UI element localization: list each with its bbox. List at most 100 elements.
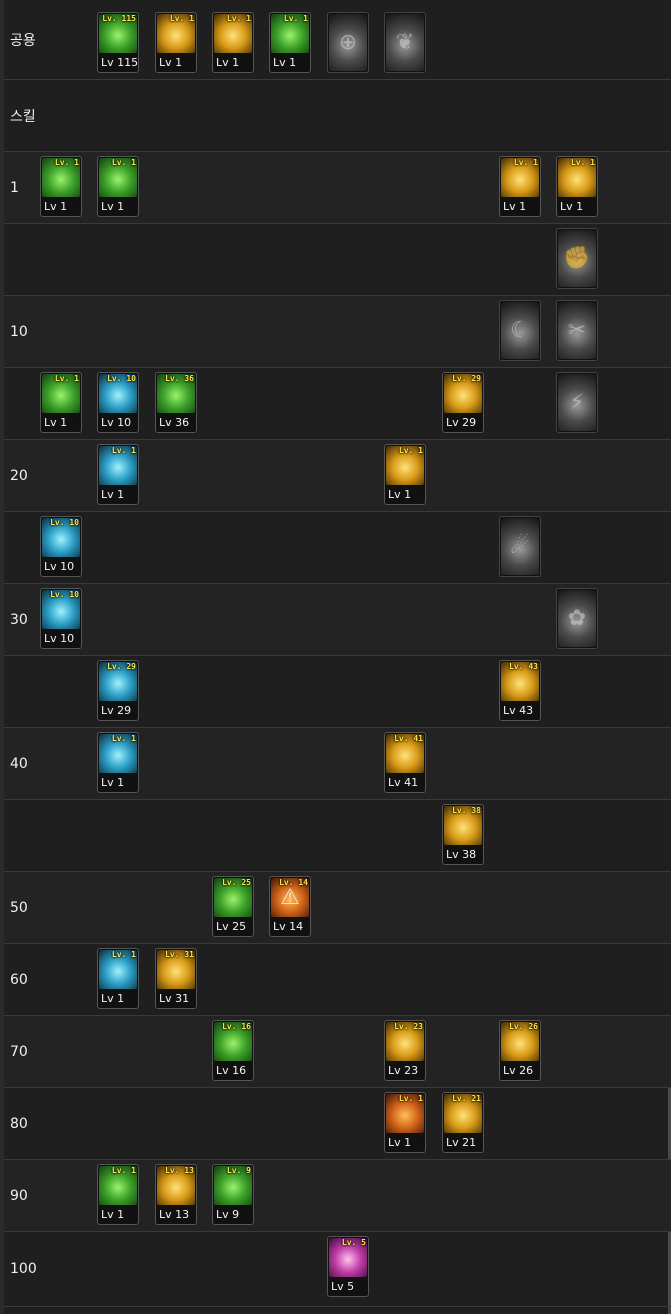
skill-level-badge: Lv. 1 <box>111 158 136 167</box>
skill-icon[interactable]: Lv. 41 Lv 41 <box>384 732 426 793</box>
skill-level-label: Lv 1 <box>388 1136 412 1149</box>
skill-icon[interactable]: Lv. 1 Lv 1 <box>97 732 139 793</box>
skill-level-badge: Lv. 10 <box>50 590 79 599</box>
skill-level-badge: Lv. 10 <box>107 374 136 383</box>
skill-icon[interactable]: Lv. 26 Lv 26 <box>499 1020 541 1081</box>
skill-icon[interactable]: Lv. 1 Lv 1 <box>40 156 82 217</box>
skill-icon[interactable]: Lv. 1 Lv 1 <box>499 156 541 217</box>
skill-level-label: Lv 1 <box>101 992 125 1005</box>
skill-level-badge: Lv. 1 <box>169 14 194 23</box>
skill-level-label: Lv 1 <box>159 56 183 69</box>
row-skills-header: 스킬 <box>4 80 671 152</box>
skill-level-label: Lv 29 <box>101 704 132 717</box>
row-label: 20 <box>10 467 28 484</box>
skill-level-label: Lv 1 <box>101 200 125 213</box>
skill-level-label: Lv 29 <box>446 416 477 429</box>
skill-icon[interactable]: Lv. 21 Lv 21 <box>442 1092 484 1153</box>
skill-icon[interactable]: Lv. 1 Lv 1 <box>97 156 139 217</box>
skill-icon[interactable]: Lv. 36 Lv 36 <box>155 372 197 433</box>
skill-level-label: Lv 10 <box>44 560 75 573</box>
row-label: 60 <box>10 971 28 988</box>
skill-level-label: Lv 16 <box>216 1064 247 1077</box>
skill-icon[interactable]: Lv. 38 Lv 38 <box>442 804 484 865</box>
skill-level-label: Lv 41 <box>388 776 419 789</box>
slash-icon: ☄ <box>510 533 530 559</box>
skill-level-badge: Lv. 1 <box>226 14 251 23</box>
skill-icon[interactable]: Lv. 25 Lv 25 <box>212 876 254 937</box>
skill-level-label: Lv 31 <box>159 992 190 1005</box>
locked-skill-icon[interactable]: ☄ <box>499 516 541 577</box>
skill-level-badge: Lv. 115 <box>102 14 136 23</box>
skill-level-badge: Lv. 1 <box>398 1094 423 1103</box>
locked-skill-icon[interactable]: ✂ <box>556 300 598 361</box>
row-label: 공용 <box>10 32 36 49</box>
row-label: 70 <box>10 1043 28 1060</box>
skill-icon[interactable]: Lv. 10 Lv 10 <box>40 588 82 649</box>
skill-level-label: Lv 43 <box>503 704 534 717</box>
skill-icon[interactable]: Lv. 31 Lv 31 <box>155 948 197 1009</box>
locked-skill-icon[interactable]: ⚡ <box>556 372 598 433</box>
claw-icon: ☾ <box>510 317 530 343</box>
skill-level-label: Lv 5 <box>331 1280 355 1293</box>
skill-level-badge: Lv. 1 <box>398 446 423 455</box>
row-level-20b <box>4 512 671 584</box>
locked-skill-icon[interactable]: ❦ <box>384 12 426 73</box>
skill-level-badge: Lv. 1 <box>111 1166 136 1175</box>
skill-level-badge: Lv. 29 <box>107 662 136 671</box>
skill-icon[interactable]: Lv. 115 Lv 115 <box>97 12 139 73</box>
skill-level-label: Lv 1 <box>44 416 68 429</box>
skill-level-badge: Lv. 38 <box>452 806 481 815</box>
skill-icon[interactable]: Lv. 1 Lv 1 <box>40 372 82 433</box>
skill-icon[interactable]: Lv. 9 Lv 9 <box>212 1164 254 1225</box>
row-level-40b <box>4 800 671 872</box>
skill-level-badge: Lv. 1 <box>111 950 136 959</box>
skill-icon[interactable]: Lv. 1 Lv 1 <box>97 1164 139 1225</box>
skill-level-label: Lv 1 <box>503 200 527 213</box>
skill-level-label: Lv 9 <box>216 1208 240 1221</box>
strike-icon: ✊ <box>563 245 591 271</box>
skill-icon[interactable]: Lv. 13 Lv 13 <box>155 1164 197 1225</box>
skill-level-badge: Lv. 9 <box>226 1166 251 1175</box>
skill-icon[interactable]: Lv. 10 Lv 10 <box>40 516 82 577</box>
skill-level-badge: Lv. 1 <box>283 14 308 23</box>
skill-level-badge: Lv. 5 <box>341 1238 366 1247</box>
skill-level-label: Lv 1 <box>101 488 125 501</box>
skill-level-badge: Lv. 1 <box>513 158 538 167</box>
row-label: 30 <box>10 611 28 628</box>
skill-icon[interactable]: Lv. 10 Lv 10 <box>97 372 139 433</box>
skill-icon[interactable]: Lv. 29 Lv 29 <box>442 372 484 433</box>
skill-level-badge: Lv. 1 <box>570 158 595 167</box>
skill-level-badge: Lv. 21 <box>452 1094 481 1103</box>
locked-skill-icon[interactable]: ✿ <box>556 588 598 649</box>
locked-skill-icon[interactable]: ⊕ <box>327 12 369 73</box>
skill-icon[interactable]: Lv. 16 Lv 16 <box>212 1020 254 1081</box>
skill-level-badge: Lv. 1 <box>54 374 79 383</box>
skill-level-badge: Lv. 41 <box>394 734 423 743</box>
skill-icon[interactable]: Lv. 23 Lv 23 <box>384 1020 426 1081</box>
skill-icon[interactable]: Lv. 5 Lv 5 <box>327 1236 369 1297</box>
locked-skill-icon[interactable]: ✊ <box>556 228 598 289</box>
skill-icon[interactable]: Lv. 1 Lv 1 <box>97 444 139 505</box>
skill-icon[interactable]: Lv. 1 Lv 1 <box>155 12 197 73</box>
skill-icon[interactable]: Lv. 1 Lv 1 <box>384 444 426 505</box>
skill-icon[interactable]: Lv. 43 Lv 43 <box>499 660 541 721</box>
skill-icon[interactable]: Lv. 1 Lv 1 <box>269 12 311 73</box>
skill-level-badge: Lv. 25 <box>222 878 251 887</box>
skill-level-badge: Lv. 14 <box>279 878 308 887</box>
row-label: 100 <box>10 1261 37 1277</box>
kick-icon: ⚡ <box>569 389 585 415</box>
skill-level-label: Lv 1 <box>101 1208 125 1221</box>
skill-level-badge: Lv. 31 <box>165 950 194 959</box>
row-level-70: 70 <box>4 1016 671 1088</box>
row-level-80: 80 <box>4 1088 671 1160</box>
skill-icon[interactable]: Lv. 1 Lv 1 <box>556 156 598 217</box>
skill-icon[interactable]: Lv. 1 Lv 1 <box>212 12 254 73</box>
skill-icon[interactable]: ⚠ Lv. 14 Lv 14 <box>269 876 311 937</box>
locked-skill-icon[interactable]: ☾ <box>499 300 541 361</box>
skill-level-badge: Lv. 16 <box>222 1022 251 1031</box>
skill-level-badge: Lv. 1 <box>111 446 136 455</box>
skill-icon[interactable]: Lv. 1 Lv 1 <box>384 1092 426 1153</box>
crosshair-icon: ⊕ <box>338 29 358 55</box>
skill-icon[interactable]: Lv. 29 Lv 29 <box>97 660 139 721</box>
skill-icon[interactable]: Lv. 1 Lv 1 <box>97 948 139 1009</box>
